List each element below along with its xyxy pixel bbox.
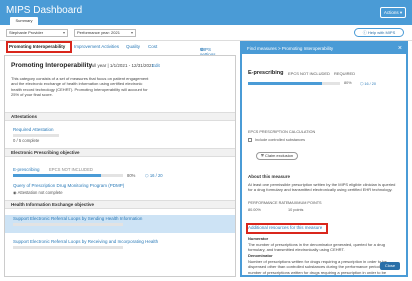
breadcrumb: Find measures > Promoting Interoperabili… [242, 43, 406, 54]
app-header: MIPS Dashboard Actions ▾ Summary [0, 0, 412, 25]
measure-link-hie-receiving[interactable]: Support Electronic Referral Loops by Rec… [13, 239, 158, 244]
measure-progress [13, 246, 123, 249]
measure-link-eprescribing[interactable]: E-prescribing [13, 167, 40, 172]
chevron-down-icon: ▾ [130, 30, 133, 35]
edit-link[interactable]: Edit [152, 63, 160, 68]
claim-exclusion-label: Claim exclusion [265, 153, 294, 158]
about-heading: About this measure [248, 174, 291, 179]
measure-progress [13, 223, 123, 226]
performance-year-select[interactable]: Performance year: 2021 ▾ [74, 29, 136, 37]
claim-exclusion-button[interactable]: ⛨ Claim exclusion [256, 152, 298, 160]
reporting-period: Full year | 1/1/2021 - 12/31/2021 [89, 63, 154, 68]
chevron-down-icon: ▾ [62, 30, 65, 35]
tab-summary[interactable]: Summary [10, 17, 38, 25]
filter-bar: Stephanie Provider ▾ Performance year: 2… [0, 25, 412, 41]
measure-link-hie-sending[interactable]: Support Electronic Referral Loops by Sen… [13, 216, 142, 221]
measure-title: E-prescribing [248, 70, 284, 76]
section-eprescribing: Electronic Prescribing objective [5, 148, 235, 157]
section-hie: Health Information Exchange objective [5, 200, 235, 209]
provider-select[interactable]: Stephanie Provider ▾ [6, 29, 68, 37]
attestation-status-label: Attestation not complete [17, 190, 63, 195]
provider-select-value: Stephanie Provider [9, 30, 44, 35]
category-description: This category consists of a set of measu… [11, 76, 149, 97]
include-controlled-label: Include controlled substances [255, 138, 306, 142]
measure-detail-panel: Find measures > Promoting Interoperabili… [240, 41, 408, 277]
page-title: Promoting Interoperability [11, 62, 93, 69]
numerator-text: The number of prescriptions in the denom… [248, 242, 385, 253]
denominator-heading: Denominator [248, 253, 273, 258]
numerator-heading: Numerator [248, 236, 269, 241]
app-title: MIPS Dashboard [6, 5, 83, 16]
tab-cost[interactable]: Cost [148, 44, 157, 49]
highlight-box [246, 223, 328, 234]
section-attestations: Attestations [5, 112, 235, 121]
close-icon[interactable]: × [398, 43, 402, 54]
calc-label: EPCS PRESCRIPTION CALCULATION [248, 130, 316, 134]
max-points-value: 10 points [288, 208, 304, 212]
help-with-mips-button[interactable]: ⓘ Help with MIPS [354, 28, 404, 37]
include-controlled-checkbox[interactable] [248, 138, 252, 142]
max-points-label: MAXIMUM POINTS [288, 201, 322, 205]
close-button[interactable]: Close [380, 262, 400, 270]
epcs-badge: EPCS NOT INCLUDED [288, 71, 330, 76]
measure-score-value: 16 / 20 [364, 82, 376, 86]
measure-percent: 80% [127, 173, 136, 178]
denominator-text: Number of prescriptions written for drug… [248, 259, 387, 275]
measure-score: ⬡ 16 / 20 [360, 81, 376, 86]
measure-percent: 80% [344, 81, 352, 85]
status-badge: EPCS NOT INCLUDED [49, 167, 93, 172]
about-text: At least one permissible prescription wr… [248, 182, 396, 193]
measure-score: ⬡ 16 / 20 [145, 173, 163, 178]
measure-progress [13, 174, 123, 177]
measure-score-value: 16 / 20 [149, 173, 163, 178]
tab-improvement-activities[interactable]: Improvement Activities [74, 44, 119, 49]
help-label: Help with MIPS [367, 30, 396, 35]
attestation-status: ◉ Attestation not complete [13, 190, 63, 195]
actions-button[interactable]: Actions ▾ [380, 7, 406, 18]
measure-progress [248, 82, 340, 85]
required-badge: REQUIRED [334, 71, 356, 76]
required-attestation-link[interactable]: Required Attestation [13, 127, 54, 132]
performance-year-value: Performance year: 2021 [77, 30, 120, 35]
highlight-box [6, 41, 72, 53]
tab-quality[interactable]: Quality [126, 44, 140, 49]
perf-rate-value: 80.00% [248, 208, 261, 212]
perf-rate-label: PERFORMANCE RATE [248, 201, 289, 205]
attestation-progress [13, 134, 59, 137]
attestation-count: 0 / 5 complete [13, 138, 40, 143]
measure-link-pdmp[interactable]: Query of Prescription Drug Monitoring Pr… [13, 183, 124, 188]
measure-list-panel: Promoting Interoperability Full year | 1… [4, 55, 236, 277]
